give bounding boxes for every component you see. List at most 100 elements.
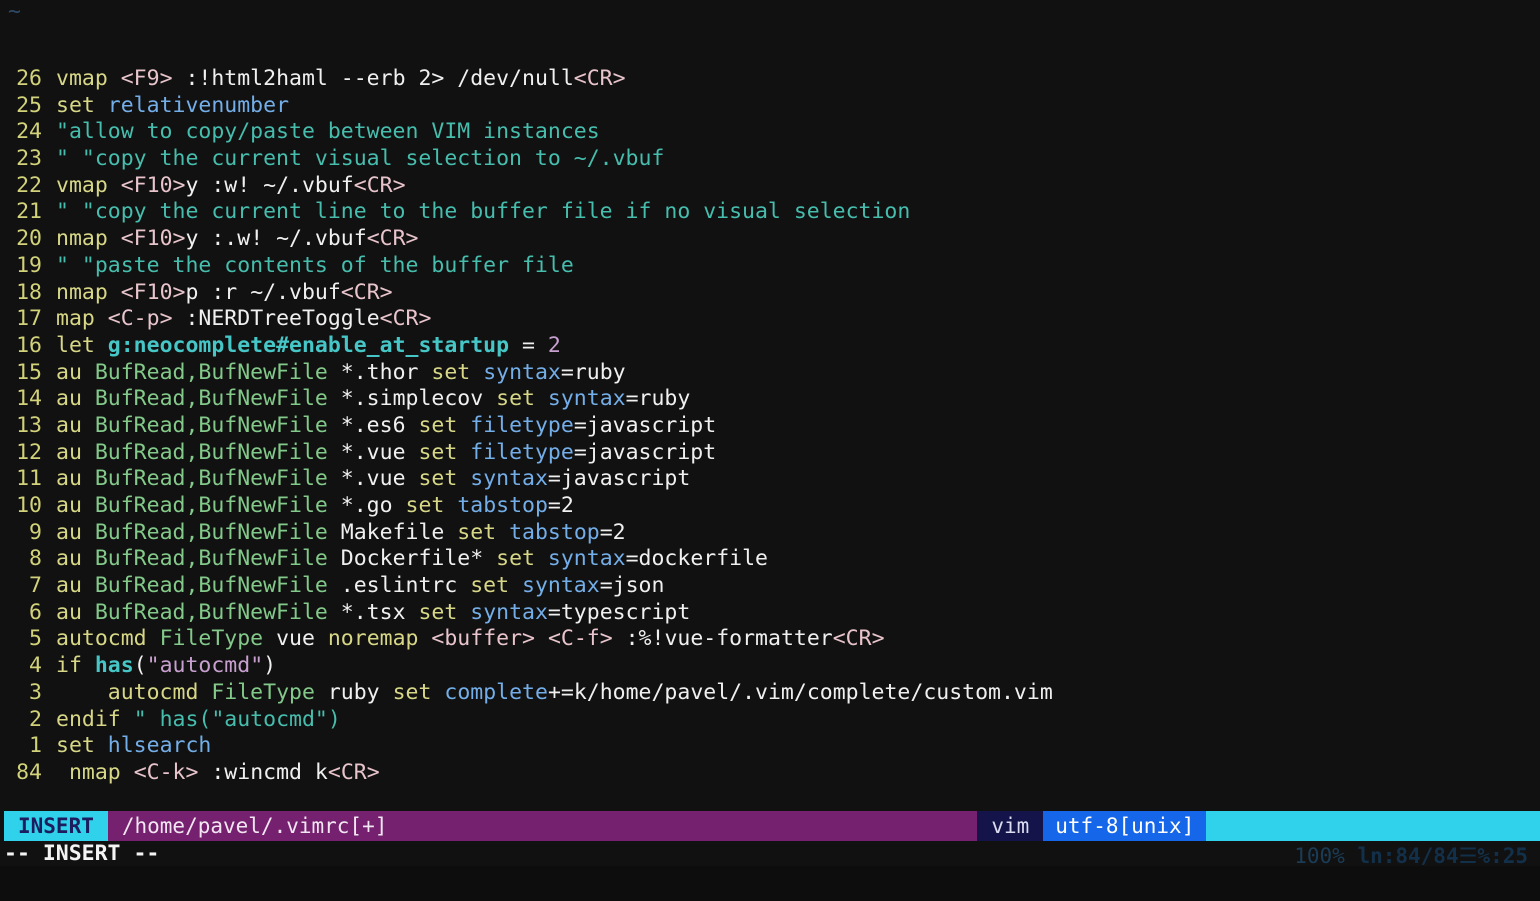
code-token: *.vue [327, 466, 419, 492]
code-line[interactable]: 4 if has("autocmd") [0, 653, 1540, 680]
code-token: filetype [470, 412, 574, 438]
code-token: BufRead,BufNewFile [94, 519, 328, 545]
code-token: y :.w! ~/.vbuf [185, 226, 367, 252]
code-token: au [56, 466, 82, 492]
code-token: <F10> [120, 279, 186, 305]
code-token: =json [599, 573, 665, 599]
code-line[interactable]: 16 let g:neocomplete#enable_at_startup = … [0, 333, 1540, 360]
code-token: *.es6 [327, 412, 419, 438]
code-token: <CR> [340, 279, 393, 305]
empty-line-marker: ~ [8, 0, 21, 24]
code-line[interactable]: 17 map <C-p> :NERDTreeToggle<CR> [0, 306, 1540, 333]
code-line[interactable]: 84 nmap <C-k> :wincmd k<CR> [0, 760, 1540, 787]
code-line[interactable]: 11 au BufRead,BufNewFile *.vue set syntax… [0, 466, 1540, 493]
code-line[interactable]: 22 vmap <F10>y :w! ~/.vbuf<CR> [0, 173, 1540, 200]
code-token: 2 [547, 332, 561, 358]
code-line[interactable]: 3 autocmd FileType ruby set complete+=k/… [0, 680, 1540, 707]
code-token: set [418, 439, 458, 465]
code-token: =javascript [573, 439, 717, 465]
code-line[interactable]: 8 au BufRead,BufNewFile Dockerfile* set s… [0, 546, 1540, 573]
line-number: 16 [16, 332, 42, 358]
code-token: <CR> [379, 306, 432, 332]
code-line[interactable]: 12 au BufRead,BufNewFile *.vue set filety… [0, 440, 1540, 467]
code-token: map [56, 306, 95, 332]
code-token: let [56, 332, 95, 358]
code-token: tabstop [509, 519, 600, 545]
code-token: "allow to copy/paste between VIM instanc… [56, 119, 600, 145]
code-line[interactable]: 18 nmap <F10>p :r ~/.vbuf<CR> [0, 280, 1540, 307]
code-line[interactable]: 15 au BufRead,BufNewFile *.thor set synta… [0, 360, 1540, 387]
code-line[interactable]: 21 " "copy the current line to the buffer… [0, 199, 1540, 226]
code-line[interactable]: 20 nmap <F10>y :.w! ~/.vbuf<CR> [0, 226, 1540, 253]
line-number: 13 [16, 412, 42, 438]
code-token: syntax [547, 546, 626, 572]
code-token: =typescript [547, 599, 691, 625]
code-line[interactable]: 2 endif " has("autocmd") [0, 707, 1540, 734]
code-token: =ruby [625, 386, 691, 412]
code-token: <buffer> [431, 626, 535, 652]
code-line[interactable]: 24 "allow to copy/paste between VIM insta… [0, 119, 1540, 146]
code-token: au [56, 519, 82, 545]
code-line[interactable]: 10 au BufRead,BufNewFile *.go set tabstop… [0, 493, 1540, 520]
line-number: 11 [16, 466, 42, 492]
line-number: 7 [29, 573, 42, 599]
vim-buffer[interactable]: 26 vmap <F9> :!html2haml --erb 2> /dev/nu… [0, 66, 1540, 787]
code-token: set [418, 599, 458, 625]
code-token: =dockerfile [625, 546, 768, 572]
vim-command-line[interactable]: -- INSERT -- [4, 842, 1540, 866]
code-token: syntax [522, 573, 600, 599]
code-token: set [457, 519, 497, 545]
code-token: set [470, 573, 510, 599]
code-line[interactable]: 19 " "paste the contents of the buffer fi… [0, 253, 1540, 280]
code-token: BufRead,BufNewFile [94, 466, 328, 492]
code-token: *.simplecov [327, 386, 497, 412]
code-line[interactable]: 5 autocmd FileType vue noremap <buffer> <… [0, 626, 1540, 653]
code-token: vmap [56, 172, 108, 198]
line-number: 14 [16, 386, 42, 412]
code-line[interactable]: 13 au BufRead,BufNewFile *.es6 set filety… [0, 413, 1540, 440]
line-number: 17 [16, 306, 42, 332]
code-token: autocmd [56, 626, 147, 652]
code-token: <F10> [120, 172, 186, 198]
line-number: 19 [16, 252, 42, 278]
line-number: 25 [16, 92, 42, 118]
code-token: set [405, 493, 445, 518]
code-line[interactable]: 14 au BufRead,BufNewFile *.simplecov set … [0, 386, 1540, 413]
code-token: <C-k> [133, 759, 199, 785]
code-line[interactable]: 7 au BufRead,BufNewFile .eslintrc set syn… [0, 573, 1540, 600]
code-token: syntax [547, 386, 626, 412]
code-token: if [56, 653, 82, 679]
code-token: <C-p> [107, 306, 173, 332]
code-line[interactable]: 23 " "copy the current visual selection t… [0, 146, 1540, 173]
line-number: 9 [29, 519, 42, 545]
code-token: ( [133, 653, 147, 679]
code-line[interactable]: 26 vmap <F9> :!html2haml --erb 2> /dev/nu… [0, 66, 1540, 93]
line-number: 12 [16, 439, 42, 465]
code-token: relativenumber [107, 92, 290, 118]
code-line[interactable]: 1 set hlsearch [0, 733, 1540, 760]
code-token: nmap [68, 759, 121, 785]
code-token: <CR> [327, 759, 380, 785]
code-token: BufRead,BufNewFile [94, 412, 328, 438]
vim-statusline: INSERT /home/pavel/.vimrc[+] vim utf-8[u… [0, 811, 1540, 868]
code-token: set [56, 733, 95, 759]
code-token: <CR> [573, 66, 626, 91]
code-line[interactable]: 9 au BufRead,BufNewFile Makefile set tabs… [0, 520, 1540, 547]
code-token: endif [56, 706, 121, 732]
code-token: filetype [470, 439, 574, 465]
code-line[interactable]: 6 au BufRead,BufNewFile *.tsx set syntax=… [0, 600, 1540, 627]
code-line[interactable]: 25 set relativenumber [0, 93, 1540, 120]
line-number: 4 [29, 653, 42, 679]
code-token: complete [444, 679, 548, 705]
